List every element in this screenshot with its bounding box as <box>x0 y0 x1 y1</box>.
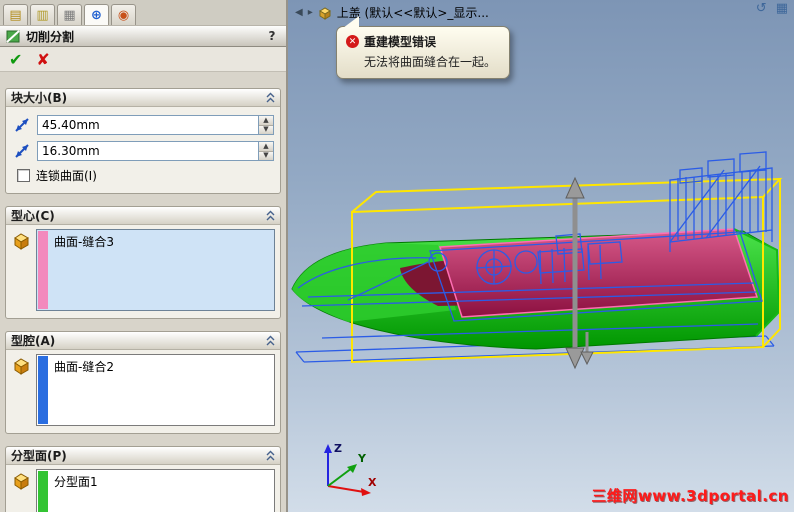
manager-tabs: ▤ ▥ ▦ ⊕ ◉ <box>0 0 286 26</box>
block-size-content: ▲ ▼ <box>6 107 280 193</box>
solidworks-window: ▤ ▥ ▦ ⊕ ◉ 切削分割 ? ✔ ✘ 块大小(B) 45.40mm ▲ ▼ … <box>0 0 794 512</box>
depth2-spinner: ▲ ▼ <box>258 142 273 160</box>
core-color-strip <box>38 231 48 309</box>
parting-label: 分型面(P) <box>11 449 67 463</box>
depth1-spinbox: ▲ ▼ <box>37 115 274 135</box>
solid-body-icon <box>14 358 30 375</box>
collapse-chevron-icon[interactable] <box>266 450 275 461</box>
dimension-direction1-icon <box>15 118 29 132</box>
breadcrumb-arrow-icon: ▸ <box>307 7 313 18</box>
parting-selection-list[interactable]: 分型面1 <box>36 469 275 512</box>
parting-item[interactable]: 分型面1 <box>48 471 104 512</box>
display-manager-tab[interactable]: ◉ <box>111 4 136 25</box>
error-title-row: ✕ 重建模型错误 <box>346 33 496 50</box>
rotate-view-icon[interactable]: ↺ <box>756 1 767 16</box>
grid-view-icon[interactable]: ▦ <box>776 1 788 16</box>
configuration-icon: ▦ <box>63 7 76 23</box>
property-manager-panel: ▤ ▥ ▦ ⊕ ◉ 切削分割 ? ✔ ✘ 块大小(B) 45.40mm ▲ ▼ … <box>0 0 288 512</box>
cavity-header[interactable]: 型腔(A) <box>6 332 280 350</box>
featuremanager-icon: ▤ <box>9 7 22 23</box>
section-cavity: 型腔(A) 曲面-缝合2 <box>5 331 281 434</box>
dimxpert-icon: ⊕ <box>91 7 102 23</box>
depth2-spinbox: ▲ ▼ <box>37 141 274 161</box>
svg-text:Z: Z <box>334 442 342 455</box>
cavity-item[interactable]: 曲面-缝合2 <box>48 356 120 424</box>
section-block-size: 块大小(B) 45.40mm ▲ ▼ 16.30mm ▲ ▼ 连锁曲面(I) <box>5 88 281 194</box>
pm-actions: ✔ ✘ <box>0 47 286 72</box>
depth-row-1: ▲ ▼ <box>12 115 274 135</box>
interlock-row: 连锁曲面(I) <box>17 167 272 184</box>
dimension-direction2-icon <box>15 144 29 158</box>
error-title: 重建模型错误 <box>364 35 437 49</box>
cavity-label: 型腔(A) <box>11 334 56 348</box>
core-content: 曲面-缝合3 <box>6 225 280 318</box>
core-item[interactable]: 曲面-缝合3 <box>48 231 120 309</box>
propertymanager-tab[interactable]: ▥ <box>30 4 55 25</box>
parting-header[interactable]: 分型面(P) <box>6 447 280 465</box>
svg-text:X: X <box>368 476 377 489</box>
ok-button[interactable]: ✔ <box>9 50 22 69</box>
solid-body-icon <box>14 233 30 250</box>
tooling-split-icon <box>6 29 20 43</box>
part-document-icon <box>318 6 331 20</box>
watermark: 三维网www.3dportal.cn <box>591 487 789 505</box>
feature-titlebar: 切削分割 ? <box>0 26 286 47</box>
pm-body: 块大小(B) 45.40mm ▲ ▼ 16.30mm ▲ ▼ 连锁曲面(I) 型… <box>0 72 286 512</box>
rebuild-error-balloon: ✕ 重建模型错误 无法将曲面缝合在一起。 <box>336 16 511 79</box>
cancel-button[interactable]: ✘ <box>36 50 49 69</box>
orientation-triad: Z X Y <box>324 442 377 496</box>
depth1-spinner: ▲ ▼ <box>258 116 273 134</box>
core-header[interactable]: 型心(C) <box>6 207 280 225</box>
spin-down-icon[interactable]: ▼ <box>259 124 273 134</box>
core-label: 型心(C) <box>11 209 55 223</box>
feature-title: 切削分割 <box>26 29 75 44</box>
parting-color-strip <box>38 471 48 512</box>
propertymanager-icon: ▥ <box>36 7 49 23</box>
spin-up-icon[interactable]: ▲ <box>259 142 273 151</box>
configuration-tab[interactable]: ▦ <box>57 4 82 25</box>
parting-content: 分型面1 <box>6 465 280 512</box>
core-selection-list[interactable]: 曲面-缝合3 <box>36 229 275 311</box>
dimxpert-tab[interactable]: ⊕ <box>84 4 109 25</box>
collapse-chevron-icon[interactable] <box>266 92 275 103</box>
document-title: 上盖 (默认<<默认>_显示... <box>336 6 489 20</box>
interlock-checkbox[interactable] <box>17 169 30 182</box>
section-core: 型心(C) 曲面-缝合3 <box>5 206 281 319</box>
view-tools: ↺ ▦ <box>756 1 788 16</box>
cavity-selection-list[interactable]: 曲面-缝合2 <box>36 354 275 426</box>
spin-up-icon[interactable]: ▲ <box>259 116 273 125</box>
depth2-input[interactable] <box>38 142 258 160</box>
display-manager-icon: ◉ <box>117 7 130 23</box>
error-message: 无法将曲面缝合在一起。 <box>364 55 497 69</box>
section-parting: 分型面(P) 分型面1 <box>5 446 281 512</box>
spin-down-icon[interactable]: ▼ <box>259 150 273 160</box>
surface-body-icon <box>14 473 30 490</box>
collapse-chevron-icon[interactable] <box>266 210 275 221</box>
featuremanager-tab[interactable]: ▤ <box>3 4 28 25</box>
error-icon: ✕ <box>346 35 359 48</box>
help-button[interactable]: ? <box>264 29 280 43</box>
depth1-input[interactable] <box>38 116 258 134</box>
cavity-content: 曲面-缝合2 <box>6 350 280 433</box>
block-size-header[interactable]: 块大小(B) <box>6 89 280 107</box>
depth-row-2: ▲ ▼ <box>12 141 274 161</box>
block-size-label: 块大小(B) <box>11 91 68 105</box>
interlock-label: 连锁曲面(I) <box>36 169 97 183</box>
collapse-chevron-icon[interactable] <box>266 335 275 346</box>
flyout-collapse-icon[interactable]: ◀ <box>295 7 303 18</box>
document-header: ◀ ▸ 上盖 (默认<<默认>_显示... <box>295 4 489 21</box>
graphics-viewport[interactable]: ◀ ▸ 上盖 (默认<<默认>_显示... ↺ ▦ ✕ 重建模型错误 无法将曲面… <box>288 0 794 512</box>
svg-text:Y: Y <box>357 452 367 465</box>
cavity-color-strip <box>38 356 48 424</box>
